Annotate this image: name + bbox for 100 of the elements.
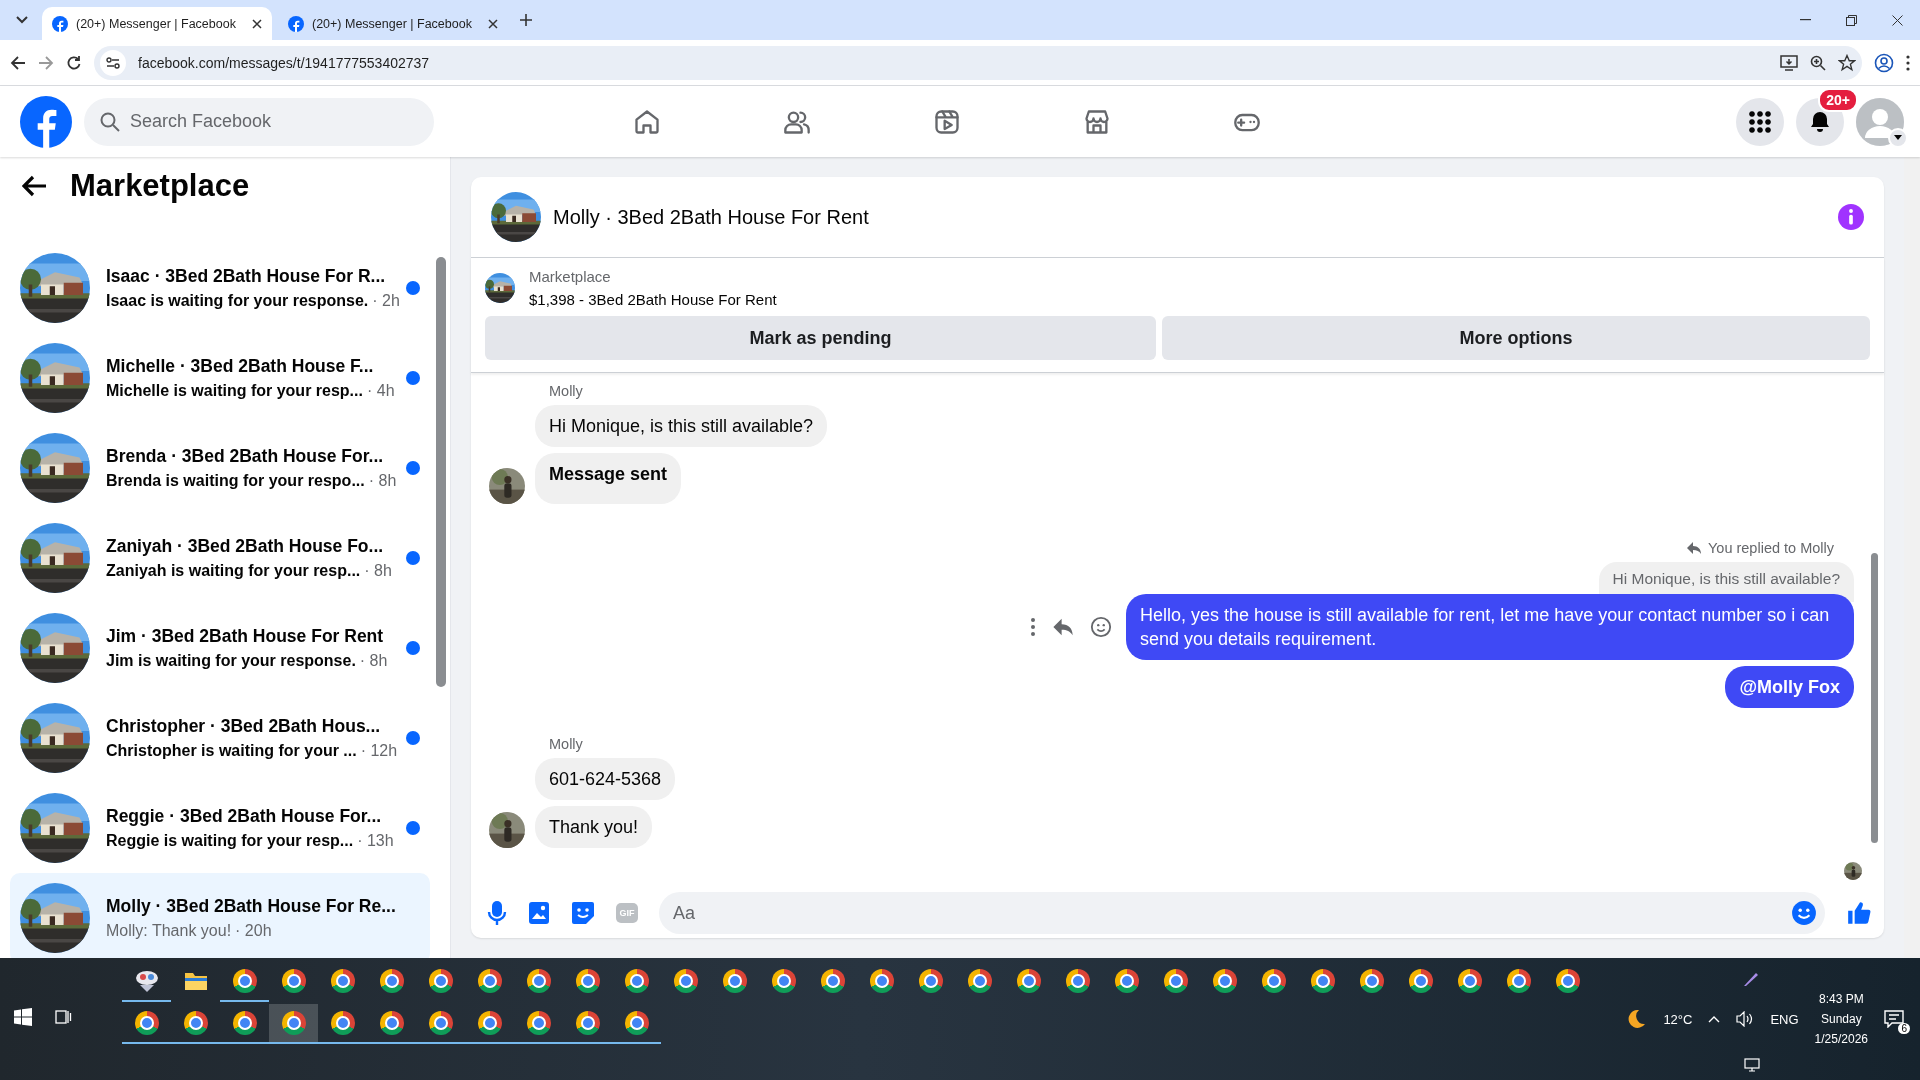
browser-icon[interactable] — [232, 969, 257, 993]
browser-icon[interactable] — [869, 969, 894, 993]
close-icon[interactable] — [1891, 14, 1903, 26]
chevron-up-icon[interactable] — [1708, 1015, 1721, 1023]
browser-icon[interactable] — [575, 1011, 600, 1035]
browser-icon[interactable] — [1457, 969, 1482, 993]
browser-icon[interactable] — [967, 969, 992, 993]
forward-icon[interactable] — [38, 54, 54, 71]
browser-icon[interactable] — [771, 969, 796, 993]
conversation-item[interactable]: Jim · 3Bed 2Bath House For Rent Jim is waiting for your response. · 8h — [10, 603, 430, 693]
app-icon[interactable] — [133, 969, 160, 993]
restore-icon[interactable] — [1845, 14, 1857, 26]
sticker-icon[interactable] — [571, 901, 595, 925]
smiley-icon[interactable] — [1090, 616, 1112, 638]
browser-icon[interactable] — [379, 969, 404, 993]
folder-icon[interactable] — [183, 970, 208, 992]
browser-icon[interactable] — [330, 969, 355, 993]
site-settings-icon[interactable] — [106, 56, 120, 69]
clock-date[interactable]: 1/25/2026 — [1814, 1032, 1868, 1046]
listing-button[interactable]: Mark as pending — [485, 316, 1156, 360]
browser-icon[interactable] — [624, 1011, 649, 1035]
conversation-item[interactable]: Brenda · 3Bed 2Bath House For... Brenda is waiting for your respo... · 8h — [10, 423, 430, 513]
store-icon[interactable] — [1083, 107, 1111, 136]
browser-icon[interactable] — [183, 1011, 208, 1035]
profile-icon[interactable] — [1874, 52, 1894, 73]
task-view-icon[interactable] — [54, 1008, 72, 1026]
browser-icon[interactable] — [232, 1011, 257, 1035]
listing-button[interactable]: More options — [1162, 316, 1870, 360]
browser-icon[interactable] — [1261, 969, 1286, 993]
browser-icon[interactable] — [1212, 969, 1237, 993]
browser-icon[interactable] — [477, 1011, 502, 1035]
microphone-icon[interactable] — [487, 900, 507, 926]
conversation-item[interactable]: Molly · 3Bed 2Bath House For Re... Molly: Thank you! · 20h — [10, 873, 430, 958]
browser-icon[interactable] — [1310, 969, 1335, 993]
notifications-icon[interactable] — [1884, 1010, 1904, 1028]
conversation-item[interactable]: Zaniyah · 3Bed 2Bath House Fo... Zaniyah is waiting for your resp... · 8h — [10, 513, 430, 603]
browser-icon[interactable] — [1163, 969, 1188, 993]
weather-temperature[interactable]: 12°C — [1663, 1011, 1693, 1027]
thumbs-up-icon[interactable] — [1846, 900, 1872, 926]
conversation-item[interactable]: Isaac · 3Bed 2Bath House For R... Isaac is waiting for your response. · 2h — [10, 243, 430, 333]
browser-icon[interactable] — [575, 969, 600, 993]
back-icon[interactable] — [22, 175, 48, 197]
scrollbar[interactable] — [436, 257, 446, 687]
back-icon[interactable] — [10, 54, 26, 71]
conversation-item[interactable]: Christopher · 3Bed 2Bath Hous... Christopher is waiting for your ... · 12h — [10, 693, 430, 783]
browser-icon[interactable] — [1506, 969, 1531, 993]
browser-icon[interactable] — [281, 969, 306, 993]
browser-icon[interactable] — [1065, 969, 1090, 993]
conversation-item[interactable]: Reggie · 3Bed 2Bath House For... Reggie is waiting for your resp... · 13h — [10, 783, 430, 873]
close-icon[interactable] — [488, 18, 498, 29]
browser-tab[interactable]: (20+) Messenger | Facebook — [42, 7, 272, 40]
more-icon[interactable] — [1030, 617, 1036, 637]
browser-icon[interactable] — [428, 969, 453, 993]
minimize-icon[interactable] — [1799, 19, 1811, 21]
browser-icon[interactable] — [330, 1011, 355, 1035]
language-indicator[interactable]: ENG — [1770, 1011, 1799, 1027]
emoji-icon[interactable] — [1791, 900, 1817, 926]
browser-icon[interactable] — [1359, 969, 1384, 993]
message-field[interactable]: Aa — [659, 892, 1825, 934]
browser-icon[interactable] — [820, 969, 845, 993]
logo-icon[interactable] — [20, 95, 72, 148]
browser-icon[interactable] — [526, 969, 551, 993]
pen-icon[interactable] — [1742, 970, 1760, 988]
browser-icon[interactable] — [281, 1011, 306, 1035]
scrollbar[interactable] — [1904, 157, 1920, 958]
browser-tab[interactable]: (20+) Messenger | Facebook — [278, 7, 508, 40]
browser-icon[interactable] — [722, 969, 747, 993]
browser-icon[interactable] — [1114, 969, 1139, 993]
video-icon[interactable] — [933, 107, 961, 136]
browser-icon[interactable] — [1555, 969, 1580, 993]
reply-icon[interactable] — [1052, 617, 1074, 637]
info-icon[interactable] — [1838, 204, 1864, 230]
conversation-item[interactable]: Michelle · 3Bed 2Bath House F... Michelle is waiting for your resp... · 4h — [10, 333, 430, 423]
menu-button[interactable] — [1736, 97, 1784, 146]
browser-icon[interactable] — [918, 969, 943, 993]
clock-day[interactable]: Sunday — [1820, 1012, 1862, 1026]
zoom-icon[interactable] — [1810, 54, 1826, 71]
browser-icon[interactable] — [134, 1011, 159, 1035]
address-bar[interactable]: facebook.com/messages/t/1941777553402737 — [94, 45, 1862, 80]
browser-icon[interactable] — [1408, 969, 1433, 993]
clock-time[interactable]: 8:43 PM — [1818, 992, 1864, 1006]
browser-icon[interactable] — [1016, 969, 1041, 993]
browser-icon[interactable] — [477, 969, 502, 993]
install-icon[interactable] — [1780, 54, 1798, 71]
speaker-icon[interactable] — [1736, 1011, 1755, 1027]
browser-icon[interactable] — [526, 1011, 551, 1035]
browser-icon[interactable] — [624, 969, 649, 993]
monitor-icon[interactable] — [1744, 1058, 1760, 1072]
scrollbar[interactable] — [1871, 553, 1878, 843]
browser-icon[interactable] — [428, 1011, 453, 1035]
image-icon[interactable] — [528, 901, 550, 925]
reload-icon[interactable] — [66, 54, 82, 71]
close-icon[interactable] — [252, 18, 262, 29]
browser-icon[interactable] — [673, 969, 698, 993]
home-icon[interactable] — [633, 107, 661, 136]
search-field[interactable]: Search Facebook — [84, 97, 434, 146]
chevron-down-icon[interactable] — [16, 16, 28, 24]
menu-icon[interactable] — [1906, 54, 1910, 71]
new-tab-icon[interactable] — [519, 13, 533, 27]
star-icon[interactable] — [1838, 53, 1856, 72]
